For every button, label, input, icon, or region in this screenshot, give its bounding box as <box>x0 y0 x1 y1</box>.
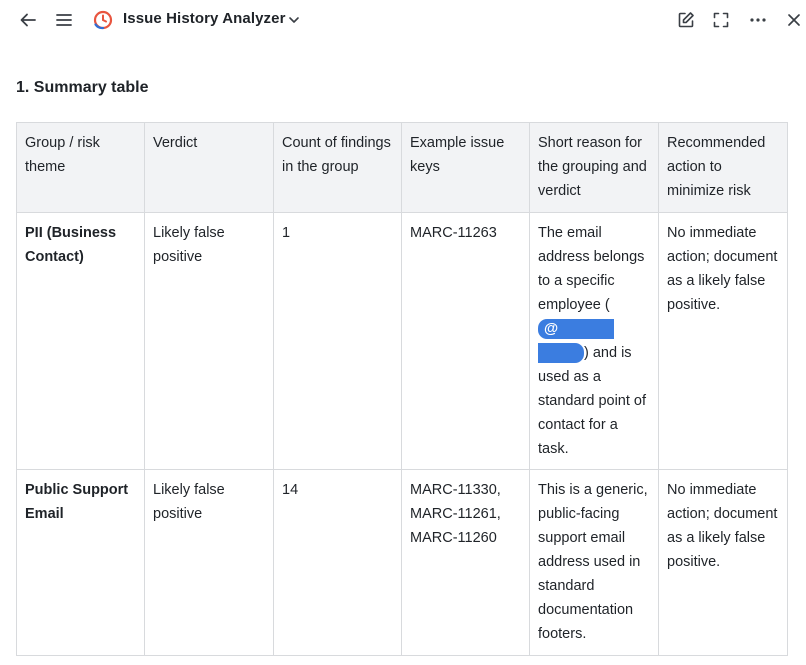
group-cell: PII (Business Contact) <box>16 212 145 470</box>
column-header: Group / risk theme <box>16 122 145 213</box>
menu-icon[interactable] <box>52 8 76 32</box>
count-cell: 1 <box>273 212 402 470</box>
column-header: Short reason for the grouping and verdic… <box>529 122 659 213</box>
issue-keys-cell: MARC-11263 <box>401 212 530 470</box>
verdict-cell: Likely false positive <box>144 469 274 656</box>
action-cell: No immediate action; document as a likel… <box>658 469 788 656</box>
expand-icon[interactable] <box>709 8 733 32</box>
issue-keys-cell: MARC-11330, MARC-11261, MARC-11260 <box>401 469 530 656</box>
reason-cell: This is a generic, public-facing support… <box>529 469 659 656</box>
chevron-down-icon[interactable] <box>282 8 306 32</box>
verdict-cell: Likely false positive <box>144 212 274 470</box>
column-header: Example issue keys <box>401 122 530 213</box>
column-header: Verdict <box>144 122 274 213</box>
table-header-row: Group / risk theme Verdict Count of find… <box>16 122 788 213</box>
action-cell: No immediate action; document as a likel… <box>658 212 788 470</box>
user-mention-continued[interactable] <box>538 343 584 364</box>
user-mention[interactable]: @ <box>538 319 614 340</box>
count-cell: 14 <box>273 469 402 656</box>
group-cell: Public Support Email <box>16 469 145 656</box>
close-icon[interactable] <box>782 8 806 32</box>
edit-icon[interactable] <box>674 8 698 32</box>
column-header: Recommended action to minimize risk <box>658 122 788 213</box>
app-logo-icon <box>91 8 115 32</box>
app-title[interactable]: Issue History Analyzer <box>123 10 286 27</box>
reason-cell: The email address belongs to a specific … <box>529 212 659 470</box>
back-arrow-icon[interactable] <box>16 8 40 32</box>
more-icon[interactable] <box>746 8 770 32</box>
table-row: PII (Business Contact) Likely false posi… <box>16 212 788 470</box>
table-row: Public Support Email Likely false positi… <box>16 469 788 656</box>
column-header: Count of findings in the group <box>273 122 402 213</box>
top-bar: Issue History Analyzer <box>0 0 806 40</box>
reason-text: The email address belongs to a specific … <box>538 225 645 313</box>
summary-table: Group / risk theme Verdict Count of find… <box>16 122 788 656</box>
section-heading: 1. Summary table <box>16 79 149 96</box>
